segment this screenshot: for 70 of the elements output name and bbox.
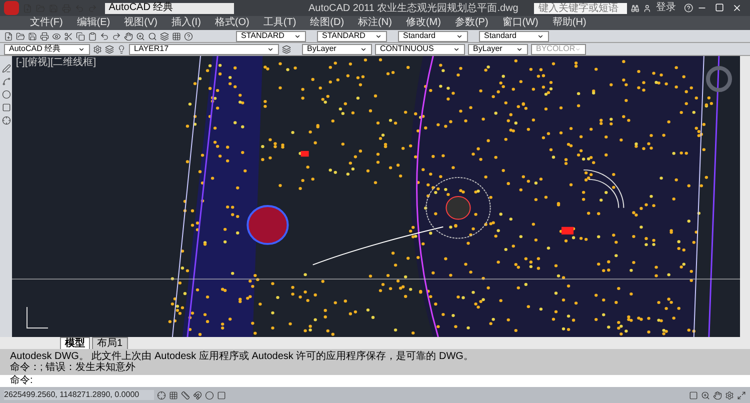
binoculars-icon[interactable] bbox=[631, 4, 640, 12]
paste-icon[interactable] bbox=[88, 32, 97, 40]
menu-item[interactable]: 修改(M) bbox=[406, 18, 441, 28]
circle-icon[interactable] bbox=[2, 90, 10, 99]
dropdown-icon bbox=[294, 32, 301, 40]
search-icon[interactable] bbox=[148, 32, 157, 40]
fullscreen-icon[interactable] bbox=[737, 390, 746, 400]
menu-item[interactable]: 文件(F) bbox=[30, 18, 63, 28]
dropdown-icon bbox=[78, 46, 85, 52]
dropdown-icon bbox=[516, 46, 523, 52]
menu-item[interactable]: 插入(I) bbox=[171, 18, 201, 28]
command-line-text: 命令：; 错误：发生未知意外 bbox=[10, 362, 137, 373]
viewport-label: [-][俯视][二维线框] bbox=[16, 58, 96, 68]
settings-icon[interactable] bbox=[93, 44, 102, 54]
menu-item[interactable]: 格式(O) bbox=[214, 18, 250, 28]
dropdown-icon bbox=[537, 32, 544, 40]
vertical-scrollbar[interactable] bbox=[740, 56, 750, 337]
dropdown-icon bbox=[267, 46, 274, 52]
layout-tab[interactable]: 布局1 bbox=[92, 336, 128, 350]
user-icon[interactable] bbox=[643, 4, 652, 12]
navigation-wheel-icon[interactable] bbox=[706, 66, 732, 92]
menu-item[interactable]: 标注(N) bbox=[358, 18, 392, 28]
grid-icon[interactable] bbox=[172, 32, 181, 40]
zoom-icon[interactable] bbox=[136, 32, 145, 40]
layer-select[interactable]: LAYER17 bbox=[129, 44, 279, 54]
ucs-axis-icon bbox=[24, 305, 50, 331]
multileader-style-select[interactable]: Standard bbox=[479, 30, 549, 42]
drawing-canvas[interactable]: [-][俯视][二维线框] bbox=[12, 56, 740, 337]
workspace-select[interactable]: AutoCAD 经典 bbox=[4, 44, 90, 54]
login-link[interactable]: 登录 bbox=[656, 3, 676, 13]
cut-icon[interactable] bbox=[64, 32, 73, 40]
menu-item[interactable]: 编辑(E) bbox=[76, 18, 110, 28]
dropdown-icon bbox=[575, 46, 581, 52]
maximize-icon[interactable] bbox=[715, 3, 724, 12]
menu-item[interactable]: 窗口(W) bbox=[502, 18, 538, 28]
menu-item[interactable]: 帮助(H) bbox=[552, 18, 586, 28]
line-icon[interactable] bbox=[2, 64, 10, 73]
grid-icon[interactable] bbox=[169, 390, 178, 400]
menu-item[interactable]: 绘图(D) bbox=[310, 18, 344, 28]
zoom-icon[interactable] bbox=[701, 390, 710, 400]
layout-tab[interactable]: 模型 bbox=[60, 336, 90, 350]
command-line-text: Autodesk DWG。 此文件上次由 Autodesk 应用程序或 Autodesk 许可的应用程序保存，是可靠的 DWG。 bbox=[10, 351, 474, 362]
layers-icon[interactable] bbox=[105, 44, 114, 54]
help-icon[interactable] bbox=[184, 32, 193, 40]
dropdown-icon bbox=[360, 46, 367, 52]
copy-icon[interactable] bbox=[76, 32, 85, 40]
polyline-icon[interactable] bbox=[2, 77, 10, 86]
linetype-select[interactable]: CONTINUOUS bbox=[375, 44, 465, 54]
menu-item[interactable]: 参数(P) bbox=[454, 18, 488, 28]
text-style-select[interactable]: STANDARD bbox=[236, 30, 306, 42]
dropdown-icon bbox=[375, 32, 382, 40]
dimension-style-select[interactable]: STANDARD bbox=[317, 30, 387, 42]
pan-icon[interactable] bbox=[713, 390, 722, 400]
command-input[interactable]: 命令: bbox=[0, 375, 750, 387]
settings-icon[interactable] bbox=[725, 390, 734, 400]
lineweight-select[interactable]: ByLayer bbox=[468, 44, 528, 54]
layers-icon[interactable] bbox=[160, 32, 169, 40]
layers-icon[interactable] bbox=[282, 44, 291, 54]
lightbulb-icon[interactable] bbox=[117, 44, 126, 54]
close-icon[interactable] bbox=[732, 3, 742, 13]
workspace-select[interactable]: AutoCAD 经典 bbox=[104, 2, 234, 14]
pan-icon[interactable] bbox=[124, 32, 133, 40]
coordinates: 2625499.2560, 1148271.2890, 0.0000 bbox=[4, 390, 154, 400]
menu-item[interactable]: 视图(V) bbox=[124, 18, 158, 28]
window-title: AutoCAD 2011 农业生态观光园规划总平面.dwg bbox=[308, 2, 518, 16]
table-style-select[interactable]: Standard bbox=[398, 30, 468, 42]
menu-item[interactable]: 工具(T) bbox=[263, 18, 296, 28]
color-select[interactable]: ByLayer bbox=[302, 44, 372, 54]
preview-icon[interactable] bbox=[52, 32, 61, 40]
rectangle-icon[interactable] bbox=[2, 103, 10, 112]
